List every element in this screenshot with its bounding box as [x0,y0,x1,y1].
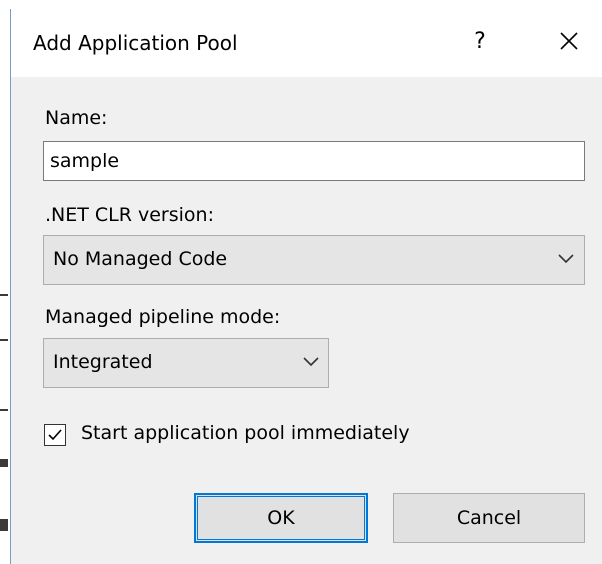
help-button[interactable]: ? [462,23,498,59]
pipeline-mode-label: Managed pipeline mode: [45,306,281,328]
pipeline-mode-value: Integrated [53,351,153,373]
background-mark [0,409,8,411]
background-window-edge [0,9,10,564]
background-mark [0,294,8,296]
pipeline-mode-select[interactable]: Integrated [43,338,329,388]
add-application-pool-dialog: Add Application Pool ? Name: sample .NET… [10,9,602,564]
cancel-button-label: Cancel [456,507,522,529]
background-mark [0,339,8,341]
background-mark [0,519,8,531]
ok-button-focus-ring [197,496,365,540]
start-immediately-checkbox[interactable] [44,424,66,446]
dialog-title: Add Application Pool [33,31,238,55]
dialog-titlebar[interactable]: Add Application Pool ? [11,9,602,77]
screen: Add Application Pool ? Name: sample .NET… [0,0,602,564]
start-immediately-label[interactable]: Start application pool immediately [81,422,410,444]
clr-version-label: .NET CLR version: [45,204,214,226]
background-mark [0,459,8,467]
ok-button[interactable]: OK [194,493,368,543]
clr-version-value: No Managed Code [53,248,228,270]
cancel-button[interactable]: Cancel [393,493,585,543]
check-icon [48,429,62,441]
name-input[interactable]: sample [43,141,585,181]
name-label: Name: [45,107,108,129]
chevron-down-icon [558,254,574,264]
help-icon: ? [474,28,486,54]
close-button[interactable] [549,23,589,59]
clr-version-select[interactable]: No Managed Code [43,235,585,285]
chevron-down-icon [303,357,319,367]
close-icon [560,32,578,50]
background-window-strip [0,0,602,9]
